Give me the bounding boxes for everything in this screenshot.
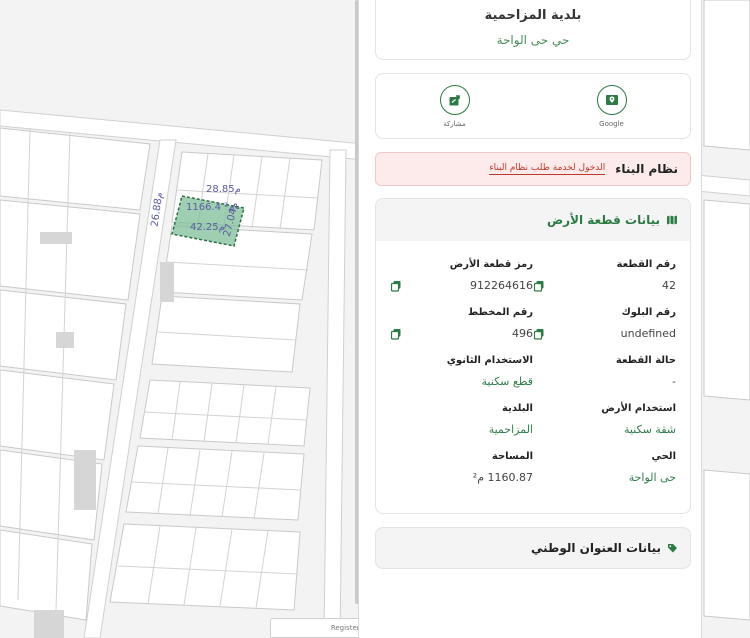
field-plot-status: حالة القطعة - [533,355,676,403]
tag-icon [668,543,677,552]
copy-icon[interactable] [390,280,402,292]
share-label: مشاركة [443,119,466,128]
field-area: المساحة 1160.87 م² [390,451,533,499]
land-fields: رقم القطعة 42 رمز قطعة الأرض 912264616 ر… [376,241,690,499]
national-address-title: بيانات العنوان الوطني [531,541,661,555]
field-value: شقة سكنية [623,423,676,436]
field-block-number: رقم البلوك undefined [533,307,676,355]
field-plan-number: رقم المخطط 496 [390,307,533,355]
parcel-dim-bottom: 42.25م [190,222,225,233]
field-municipality: البلدية المزاحمية [390,403,533,451]
field-secondary-use: الاستخدام الثانوي قطع سكنية [390,355,533,403]
field-district: الحي حى الواحة [533,451,676,499]
actions-card: Google مشاركة [375,73,691,139]
field-value: 496 [512,327,533,340]
field-value: - [672,375,676,388]
national-address-card[interactable]: بيانات العنوان الوطني [375,527,691,569]
field-value: حى الواحة [628,471,676,484]
field-value: undefined [620,327,676,340]
municipality-card: بلدية المزاحمية حي حى الواحة [375,0,691,60]
field-plot-number: رقم القطعة 42 [533,259,676,307]
field-value: قطع سكنية [481,375,533,388]
field-label: استخدام الأرض [601,403,676,414]
field-label: المساحة [491,451,533,462]
field-label: رقم القطعة [616,259,676,270]
google-maps-button[interactable]: Google [596,84,627,128]
district-name: حي حى الواحة [496,33,570,47]
land-data-title: بيانات قطعة الأرض [546,213,660,227]
land-data-header[interactable]: بيانات قطعة الأرض [376,199,690,241]
building-system-link[interactable]: الدخول لخدمة طلب نظام البناء [489,163,606,175]
map-pin-icon [596,84,627,115]
copy-icon[interactable] [533,280,545,292]
field-value: 912264616 [470,279,533,292]
share-icon [439,84,470,115]
parcel-dim-top: 28.85م [206,184,241,195]
field-value: المزاحمية [488,423,533,436]
field-label: البلدية [502,403,533,414]
field-plot-code: رمز قطعة الأرض 912264616 [390,259,533,307]
map-icon [667,215,677,225]
field-label: الحي [651,451,676,462]
copy-icon[interactable] [533,328,545,340]
land-data-card: بيانات قطعة الأرض رقم القطعة 42 رمز قطعة… [375,198,691,514]
share-button[interactable]: مشاركة [439,84,470,128]
field-label: رقم البلوك [621,307,676,318]
building-system-bar: نظام البناء الدخول لخدمة طلب نظام البناء [375,152,691,186]
municipality-title: بلدية المزاحمية [484,8,582,23]
google-label: Google [599,119,624,128]
parcel-info-panel: بلدية المزاحمية حي حى الواحة Google مشار… [358,0,702,638]
field-land-use: استخدام الأرض شقة سكنية [533,403,676,451]
field-label: حالة القطعة [615,355,676,366]
field-value: 42 [662,279,676,292]
field-value: 1160.87 م² [472,471,533,484]
field-label: الاستخدام الثانوي [446,355,533,366]
copy-icon[interactable] [390,328,402,340]
field-label: رمز قطعة الأرض [449,259,533,270]
field-label: رقم المخطط [467,307,533,318]
building-system-title: نظام البناء [615,162,678,176]
